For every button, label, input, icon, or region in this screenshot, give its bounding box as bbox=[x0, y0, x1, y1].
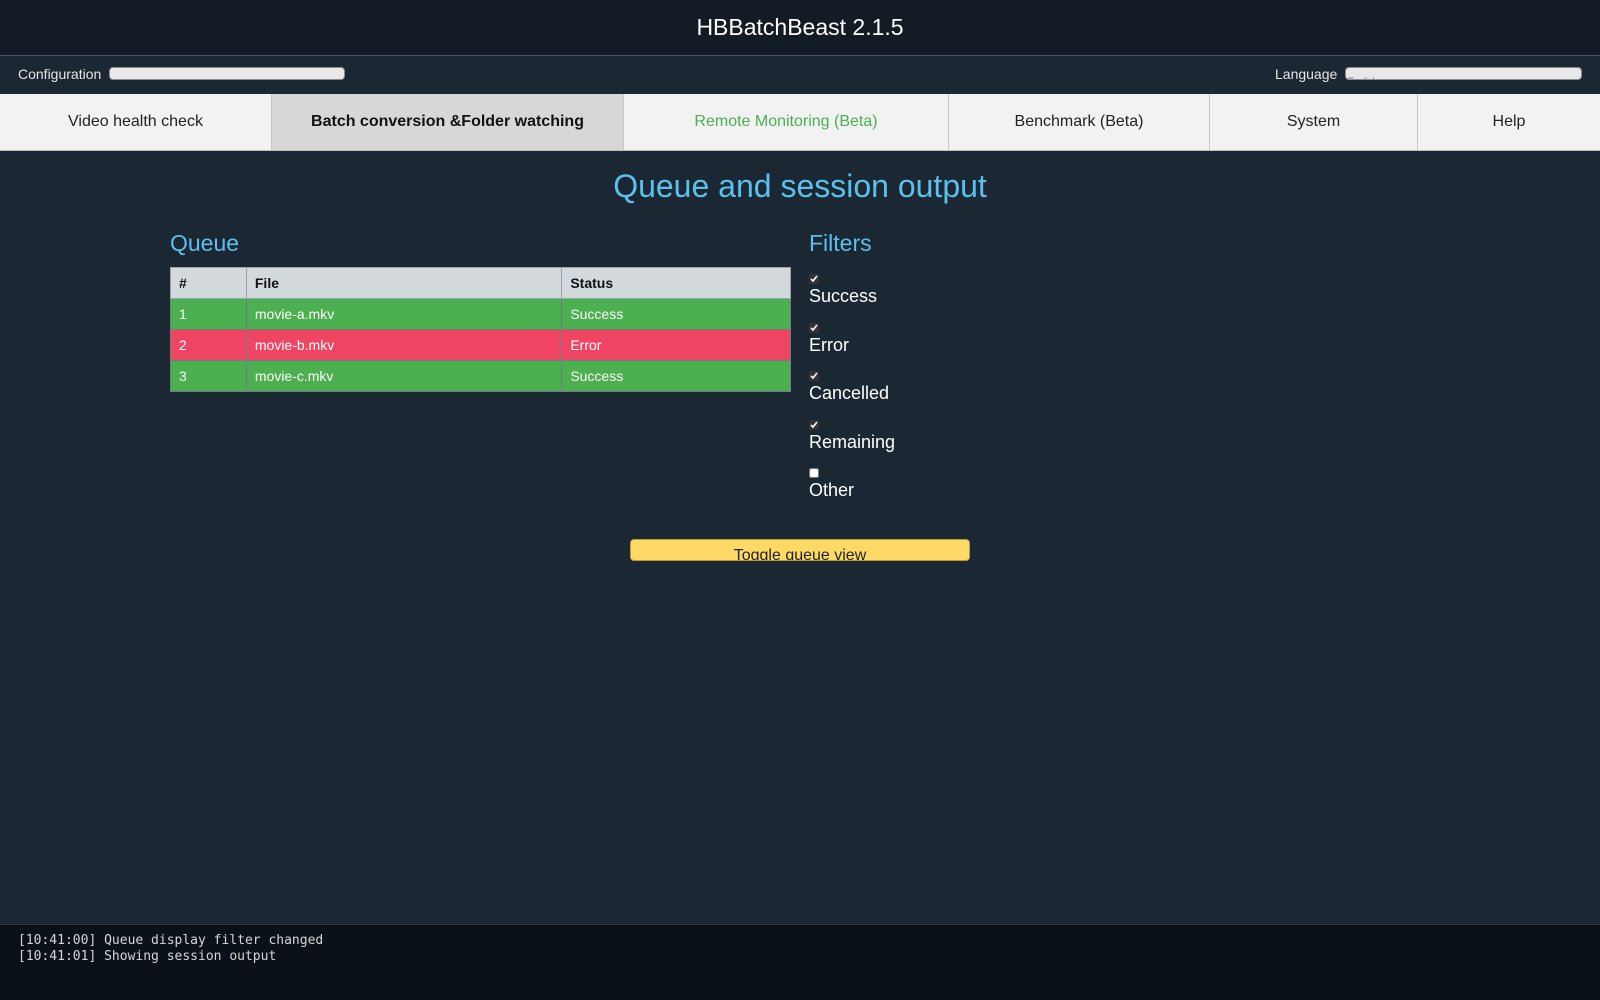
tab-benchmark[interactable]: Benchmark (Beta) bbox=[949, 94, 1210, 150]
queue-header-row: # File Status bbox=[170, 267, 791, 299]
toggle-queue-view-button[interactable]: Toggle queue view bbox=[630, 539, 970, 561]
row-status: Error bbox=[561, 329, 791, 361]
row-status: Success bbox=[561, 298, 791, 330]
config-bar: Configuration Language English bbox=[0, 56, 1600, 94]
row-number: 2 bbox=[170, 329, 247, 361]
table-row[interactable]: 2 movie-b.mkv Error bbox=[170, 329, 791, 361]
filter-error-checkbox[interactable] bbox=[809, 322, 819, 333]
tab-remote-monitoring[interactable]: Remote Monitoring (Beta) bbox=[624, 94, 949, 150]
filter-remaining-label: Remaining bbox=[809, 431, 896, 452]
row-file: movie-a.mkv bbox=[245, 298, 563, 330]
configuration-select[interactable] bbox=[109, 67, 345, 80]
tab-batch-conversion[interactable]: Batch conversion &Folder watching bbox=[272, 94, 624, 150]
filter-success-label: Success bbox=[809, 286, 878, 306]
log-line: [10:41:01] Showing session output bbox=[18, 949, 277, 964]
tab-video-health-check[interactable]: Video health check bbox=[0, 94, 272, 150]
window-title: HBBatchBeast 2.1.5 bbox=[0, 0, 1600, 56]
filter-other-label: Other bbox=[809, 480, 855, 500]
filter-remaining-checkbox[interactable] bbox=[809, 419, 819, 430]
column-header-status: Status bbox=[561, 267, 791, 299]
filters-heading: Filters bbox=[809, 230, 872, 256]
row-file: movie-c.mkv bbox=[245, 360, 563, 392]
column-header-number: # bbox=[170, 267, 247, 299]
filter-other-checkbox[interactable] bbox=[809, 468, 819, 478]
filter-cancelled-label: Cancelled bbox=[809, 383, 890, 403]
main-tabs: Video health check Batch conversion &Fol… bbox=[0, 94, 1600, 151]
session-log: [10:41:00] Queue display filter changed … bbox=[0, 924, 1600, 1000]
row-file: movie-b.mkv bbox=[245, 329, 563, 361]
queue-heading: Queue bbox=[170, 230, 240, 256]
row-number: 1 bbox=[170, 298, 247, 330]
tab-help[interactable]: Help bbox=[1418, 94, 1600, 150]
filter-cancelled-checkbox[interactable] bbox=[809, 371, 819, 381]
tab-system[interactable]: System bbox=[1210, 94, 1418, 150]
page-title: Queue and session output bbox=[613, 168, 987, 204]
column-header-file: File bbox=[245, 267, 563, 299]
language-select[interactable]: English bbox=[1345, 67, 1582, 80]
language-label: Language bbox=[1275, 66, 1338, 82]
configuration-label: Configuration bbox=[18, 66, 102, 82]
row-number: 3 bbox=[170, 360, 247, 392]
row-status: Success bbox=[561, 360, 791, 392]
queue-table: # File Status 1 movie-a.mkv Success 2 mo… bbox=[170, 267, 791, 392]
filter-error-label: Error bbox=[809, 334, 849, 355]
table-row[interactable]: 1 movie-a.mkv Success bbox=[170, 298, 791, 330]
table-row[interactable]: 3 movie-c.mkv Success bbox=[170, 360, 791, 392]
log-line: [10:41:00] Queue display filter changed bbox=[18, 933, 324, 948]
filter-success-checkbox[interactable] bbox=[809, 274, 819, 284]
